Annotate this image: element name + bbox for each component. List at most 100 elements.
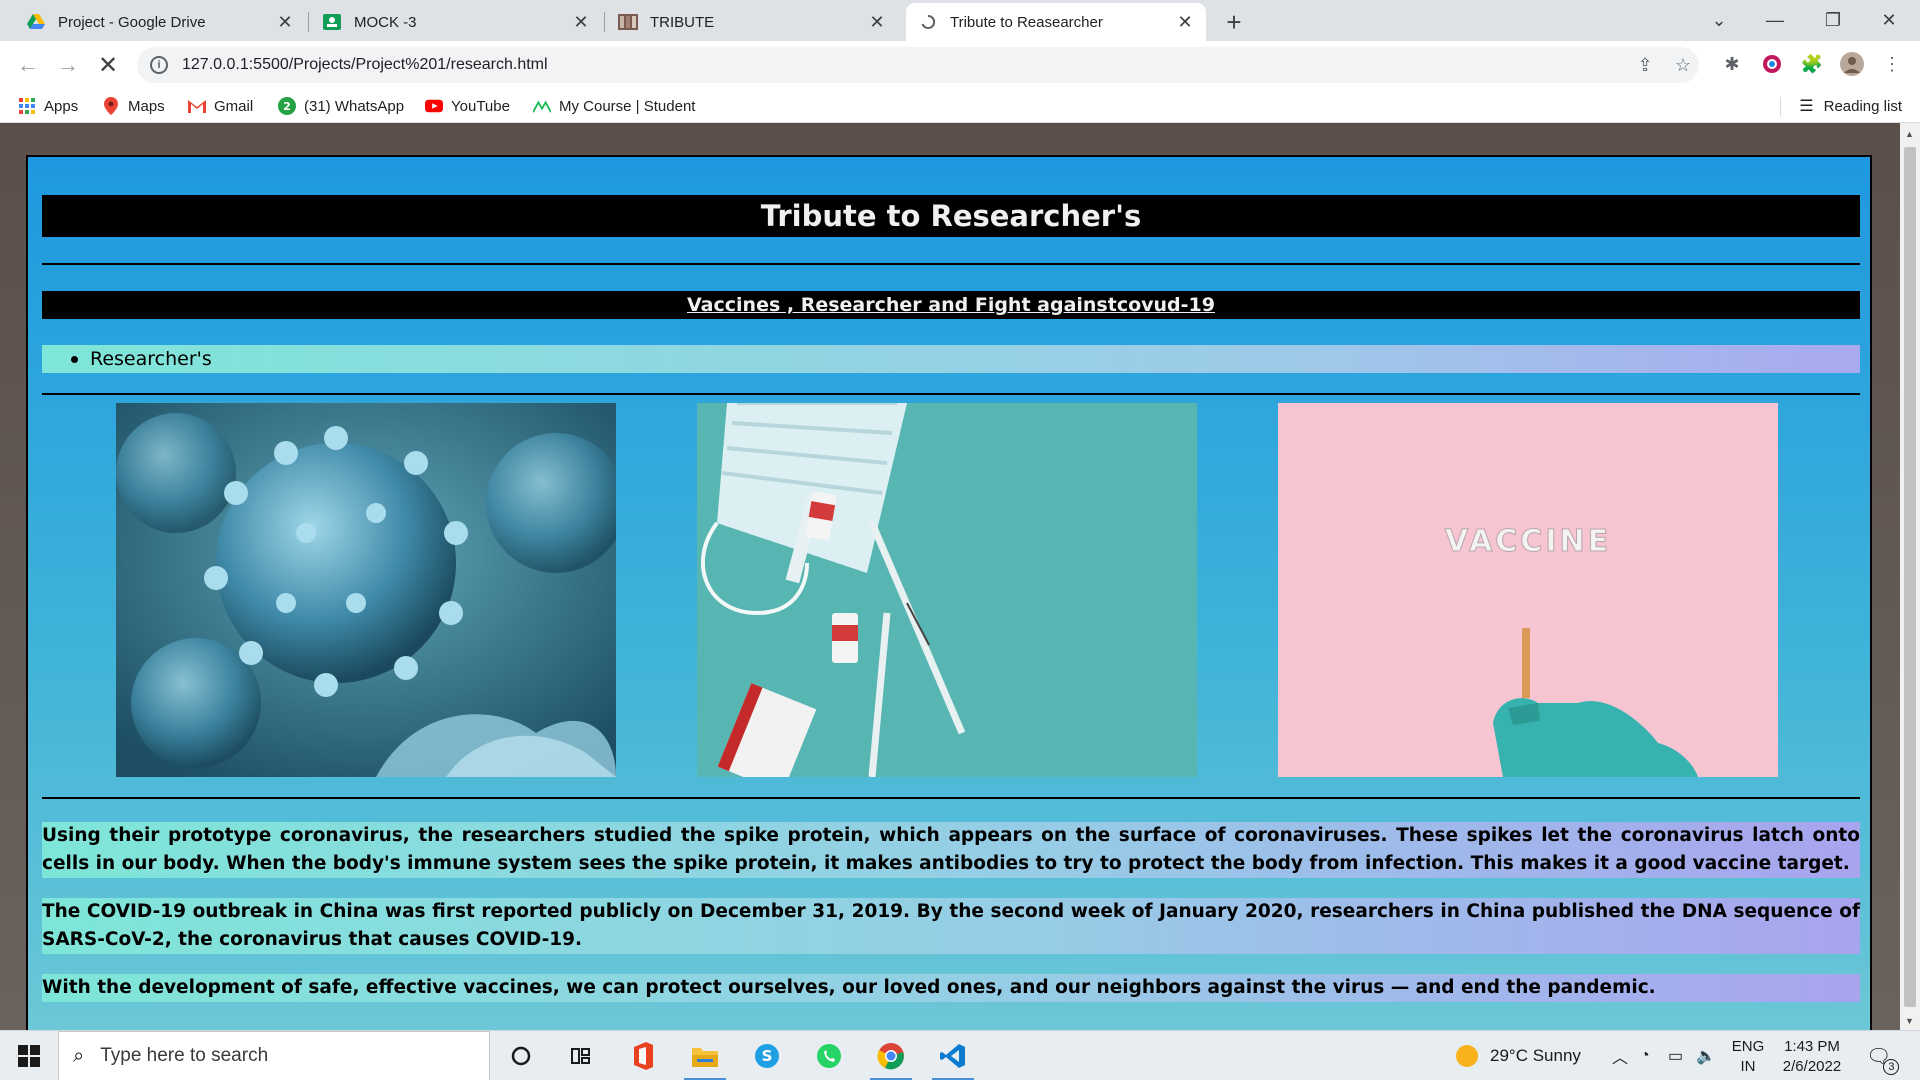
volume-icon[interactable]: 🔈 — [1696, 1031, 1716, 1080]
coronavirus-image — [116, 403, 616, 777]
site-info-icon[interactable]: i — [150, 56, 168, 74]
file-explorer-icon[interactable] — [674, 1031, 736, 1080]
share-icon[interactable]: ⇪ — [1631, 51, 1659, 79]
page-thumbnail-icon — [618, 12, 638, 32]
windows-taskbar: ⌕ Type here to search S 29°C Sunny ︿ ◔ ▭… — [0, 1030, 1920, 1080]
bullet-icon — [71, 355, 78, 363]
clock[interactable]: 1:43 PM 2/6/2022 — [1776, 1037, 1848, 1077]
google-classroom-icon — [322, 12, 342, 32]
bookmark-label: (31) WhatsApp — [304, 97, 405, 115]
vaccine-mask-image — [697, 403, 1197, 777]
bookmark-my-course[interactable]: My Course | Student — [533, 95, 695, 117]
page-scrollbar[interactable]: ▲ ▼ — [1900, 123, 1920, 1030]
forward-arrow-icon[interactable]: → — [52, 49, 84, 81]
vscode-icon[interactable] — [922, 1031, 984, 1080]
sun-icon — [1456, 1045, 1478, 1067]
clock-date: 2/6/2022 — [1782, 1058, 1842, 1075]
task-view-icon[interactable] — [550, 1031, 612, 1080]
close-tab-icon[interactable]: ✕ — [868, 13, 886, 31]
address-bar[interactable]: i 127.0.0.1:5500/Projects/Project%201/re… — [137, 47, 1699, 83]
windows-start-button[interactable] — [0, 1031, 58, 1080]
bookmark-gmail[interactable]: Gmail — [188, 95, 253, 117]
tab-google-drive[interactable]: Project - Google Drive ✕ — [14, 3, 306, 41]
extension-bug-icon[interactable]: ✱ — [1718, 50, 1746, 78]
page-viewport: Tribute to Researcher's Vaccines , Resea… — [0, 123, 1900, 1030]
extension-color-icon[interactable] — [1758, 50, 1786, 78]
whatsapp-icon[interactable] — [798, 1031, 860, 1080]
bookmark-star-icon[interactable]: ☆ — [1669, 51, 1697, 79]
windows-logo-icon — [18, 1045, 40, 1067]
bookmark-label: Gmail — [214, 97, 254, 115]
page-title: Tribute to Researcher's — [42, 195, 1860, 237]
maps-pin-icon — [102, 97, 120, 115]
article-body: Using their prototype coronavirus, the r… — [42, 822, 1860, 1022]
close-tab-icon[interactable]: ✕ — [572, 13, 590, 31]
loading-page-icon — [918, 12, 938, 32]
chrome-icon[interactable] — [860, 1031, 922, 1080]
paragraph-spike-protein: Using their prototype coronavirus, the r… — [42, 822, 1860, 878]
tribute-page: Tribute to Researcher's Vaccines , Resea… — [26, 155, 1872, 1030]
reading-list-icon: ☰ — [1799, 98, 1814, 115]
course-icon — [533, 97, 551, 115]
battery-icon[interactable]: ▭ — [1668, 1031, 1683, 1080]
skype-icon[interactable]: S — [736, 1031, 798, 1080]
extensions-puzzle-icon[interactable]: 🧩 — [1798, 50, 1826, 78]
minimize-button[interactable]: — — [1748, 0, 1802, 41]
bookmark-maps[interactable]: Maps — [102, 95, 165, 117]
page-subtitle: Vaccines , Researcher and Fight againstc… — [42, 291, 1860, 319]
svg-text:2: 2 — [283, 100, 291, 113]
tab-mock-3[interactable]: MOCK -3 ✕ — [310, 3, 602, 41]
vaccine-pink-image: VACCINE — [1278, 403, 1778, 777]
apps-grid-icon — [18, 97, 36, 115]
whatsapp-badge-icon: 2 — [278, 97, 296, 115]
stop-loading-icon[interactable]: ✕ — [92, 49, 124, 81]
bookmark-apps[interactable]: Apps — [18, 95, 78, 117]
action-center-button[interactable]: 🗨 3 — [1866, 1031, 1900, 1080]
reading-list-label: Reading list — [1823, 97, 1902, 115]
weather-widget[interactable]: 29°C Sunny — [1456, 1031, 1581, 1080]
tab-title: Project - Google Drive — [58, 13, 206, 31]
reading-list-button[interactable]: ☰ Reading list — [1799, 95, 1902, 117]
svg-text:S: S — [762, 1047, 773, 1065]
input-language[interactable]: ENG IN — [1726, 1037, 1770, 1077]
wifi-icon[interactable]: ◔ — [1640, 1031, 1650, 1080]
restore-button[interactable]: ❐ — [1806, 0, 1860, 41]
tray-overflow-chevron-icon[interactable]: ︿ — [1612, 1031, 1628, 1080]
bookmark-label: My Course | Student — [559, 97, 696, 115]
google-drive-icon — [26, 12, 46, 32]
image-caption: VACCINE — [1445, 524, 1611, 559]
scroll-up-arrow-icon[interactable]: ▲ — [1905, 129, 1914, 139]
search-icon: ⌕ — [73, 1044, 85, 1067]
close-tab-icon[interactable]: ✕ — [276, 13, 294, 31]
notification-icon: 🗨 3 — [1866, 1044, 1900, 1075]
back-arrow-icon[interactable]: ← — [12, 49, 44, 81]
office-icon[interactable] — [612, 1031, 674, 1080]
chrome-menu-icon[interactable]: ⋮ — [1878, 50, 1906, 78]
bookmark-label: Apps — [44, 97, 79, 115]
cortana-icon[interactable] — [490, 1031, 552, 1080]
profile-avatar[interactable] — [1838, 50, 1866, 78]
region-code: IN — [1740, 1058, 1756, 1075]
url-text[interactable]: 127.0.0.1:5500/Projects/Project%201/rese… — [182, 56, 548, 74]
close-window-button[interactable]: ✕ — [1862, 0, 1916, 41]
tab-divider — [604, 12, 605, 32]
bookmark-youtube[interactable]: YouTube — [425, 95, 510, 117]
tab-title: Tribute to Reasearcher — [950, 13, 1103, 31]
tab-title: MOCK -3 — [354, 13, 417, 31]
close-tab-icon[interactable]: ✕ — [1176, 13, 1194, 31]
tab-search-chevron-icon[interactable]: ⌄ — [1692, 0, 1746, 41]
tab-tribute-researcher[interactable]: Tribute to Reasearcher ✕ — [906, 3, 1206, 41]
scrollbar-thumb[interactable] — [1904, 147, 1916, 1007]
lang-code: ENG — [1731, 1038, 1765, 1055]
new-tab-button[interactable]: + — [1218, 6, 1250, 38]
tab-tribute[interactable]: TRIBUTE ✕ — [606, 3, 898, 41]
notification-count: 3 — [1883, 1058, 1900, 1075]
list-item: Researcher's — [90, 348, 212, 370]
taskbar-search-box[interactable]: ⌕ Type here to search — [58, 1031, 490, 1080]
weather-text: 29°C Sunny — [1490, 1046, 1581, 1065]
horizontal-rule — [42, 797, 1860, 799]
scroll-down-arrow-icon[interactable]: ▼ — [1905, 1016, 1914, 1026]
tab-strip: Project - Google Drive ✕ MOCK -3 ✕ TRIBU… — [0, 0, 1920, 41]
search-placeholder: Type here to search — [100, 1045, 269, 1066]
bookmark-whatsapp[interactable]: 2 (31) WhatsApp — [278, 95, 404, 117]
